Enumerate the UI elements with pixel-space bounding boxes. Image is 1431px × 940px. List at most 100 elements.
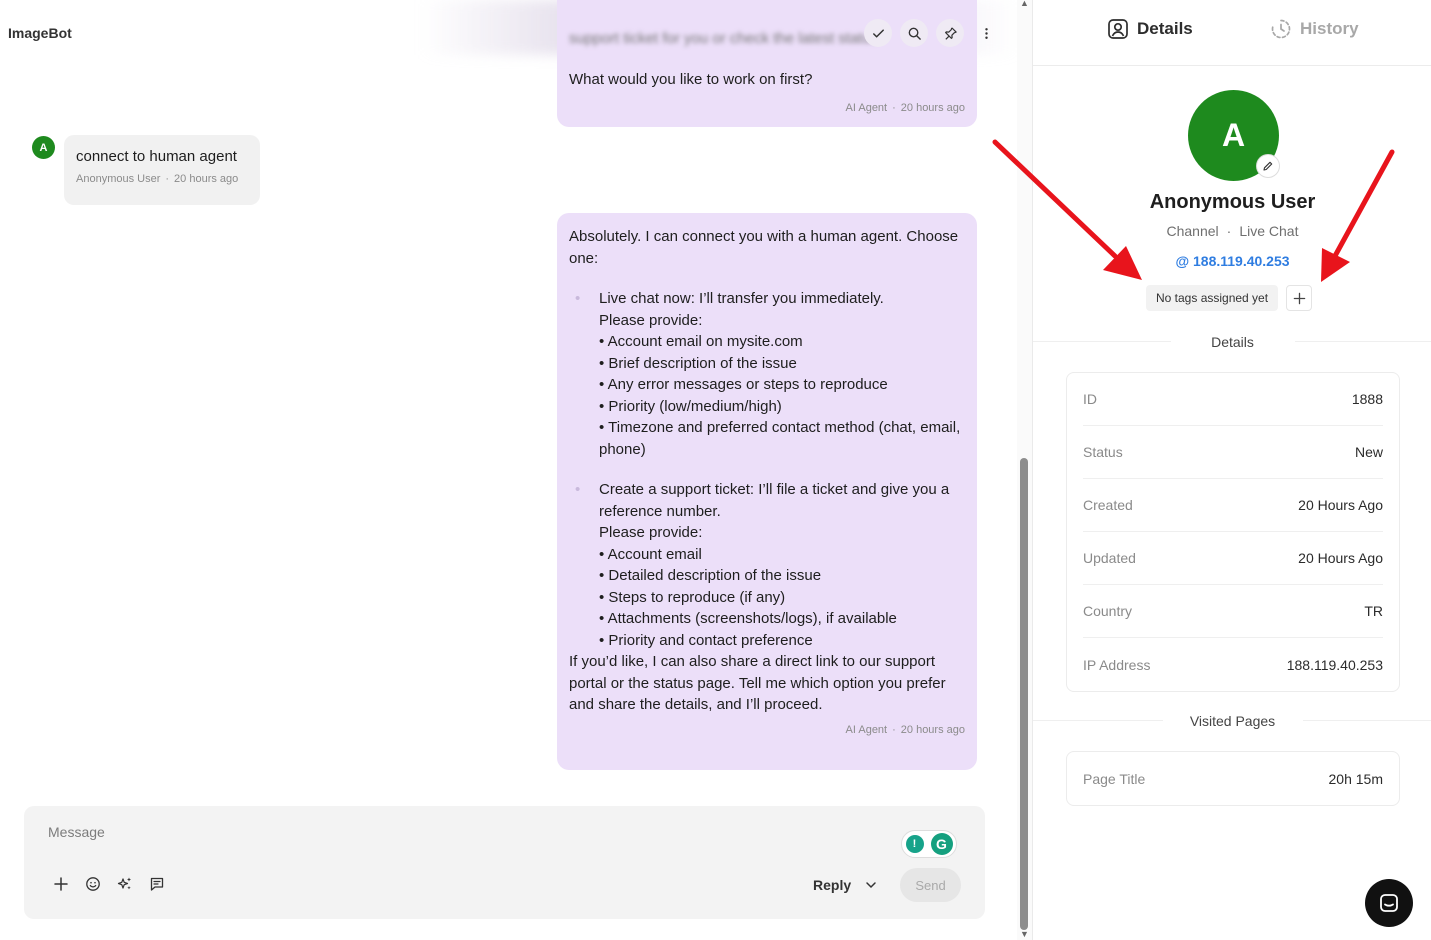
list-item: • Detailed description of the issue xyxy=(599,567,822,584)
message-time: 20 hours ago xyxy=(174,173,239,185)
detail-key: Created xyxy=(1083,497,1133,513)
more-vertical-icon xyxy=(984,27,988,39)
chat-area: ImageBot support ticket for you or check… xyxy=(0,0,1020,940)
option-support-ticket: Create a support ticket: I’ll file a tic… xyxy=(569,479,965,651)
user-avatar: A xyxy=(32,136,55,159)
chat-scrollbar[interactable]: ▲ ▼ xyxy=(1017,0,1032,940)
detail-key: IP Address xyxy=(1083,656,1151,673)
message-author: AI Agent xyxy=(845,723,888,736)
contact-panel: Details History A Anonymous User Channel… xyxy=(1032,0,1431,940)
list-item: • Attachments (screenshots/logs), if ava… xyxy=(599,610,897,627)
tags-row: No tags assigned yet xyxy=(1146,285,1313,311)
contact-ip-link[interactable]: @ 188.119.40.253 xyxy=(1033,253,1431,269)
channel-value: Live Chat xyxy=(1239,223,1299,239)
chat-launcher-button[interactable] xyxy=(1365,879,1413,927)
detail-key: Updated xyxy=(1083,550,1136,566)
tab-label: Details xyxy=(1137,19,1193,38)
search-button[interactable] xyxy=(900,19,928,47)
detail-key: ID xyxy=(1083,391,1097,407)
user-message-row: A connect to human agent Anonymous User ·… xyxy=(32,135,260,205)
message-text: connect to human agent xyxy=(76,148,237,165)
more-options-button[interactable] xyxy=(972,19,1000,47)
detail-value: 20 Hours Ago xyxy=(1298,550,1383,566)
message-square-icon xyxy=(150,877,164,891)
reply-mode-dropdown[interactable]: Reply xyxy=(813,877,877,893)
detail-row-status: Status New xyxy=(1083,426,1383,479)
message-time: 20 hours ago xyxy=(900,102,965,114)
detail-row-country: Country TR xyxy=(1083,585,1383,638)
message-text: What would you like to work on first? xyxy=(569,71,813,88)
message-input[interactable]: Message xyxy=(48,824,105,840)
ai-message-bubble: Absolutely. I can connect you with a hum… xyxy=(557,213,977,770)
add-tag-button[interactable] xyxy=(1286,285,1313,311)
list-item: • Brief description of the issue xyxy=(599,354,797,372)
details-card: ID 1888 Status New Created 20 Hours Ago Upd… xyxy=(1066,372,1400,692)
message-closing: If you’d like, I can also share a direct… xyxy=(569,653,946,713)
detail-row-id: ID 1888 xyxy=(1083,373,1383,426)
list-item: • Priority (low/medium/high) xyxy=(599,397,782,415)
plus-icon xyxy=(54,877,68,891)
edit-avatar-button[interactable] xyxy=(1257,155,1279,177)
channel-label: Channel xyxy=(1166,223,1219,239)
grammarly-widget[interactable]: ! G xyxy=(901,830,957,858)
tab-history[interactable]: History xyxy=(1270,18,1359,40)
list-item: • Timezone and preferred contact method … xyxy=(599,419,961,458)
tab-label: History xyxy=(1300,19,1359,38)
option-title: Live chat now: I’ll transfer you immedia… xyxy=(599,290,884,307)
app-title: ImageBot xyxy=(8,25,72,41)
grammarly-icon: G xyxy=(930,833,953,855)
message-meta: AI Agent · 20 hours ago xyxy=(845,102,965,114)
emoji-button[interactable] xyxy=(84,875,102,893)
detail-value: TR xyxy=(1364,603,1383,619)
option-title: Create a support ticket: I’ll file a tic… xyxy=(599,481,950,520)
detail-value: 20 Hours Ago xyxy=(1298,497,1383,513)
detail-row-created: Created 20 Hours Ago xyxy=(1083,479,1383,532)
list-item: • Any error messages or steps to reprodu… xyxy=(599,376,888,393)
conversation-toolbar xyxy=(864,19,1000,47)
option-live-chat: Live chat now: I’ll transfer you immedia… xyxy=(569,288,965,460)
pin-button[interactable] xyxy=(936,19,964,47)
chat-bubble-icon xyxy=(1380,894,1398,912)
attach-button[interactable] xyxy=(52,875,70,893)
no-tags-badge: No tags assigned yet xyxy=(1146,285,1279,311)
lightbulb-icon: ! xyxy=(905,835,924,853)
scroll-down-arrow-icon[interactable]: ▼ xyxy=(1020,929,1029,939)
detail-key: Country xyxy=(1083,603,1133,619)
visited-page-row: Page Title 20h 15m xyxy=(1083,752,1383,805)
ai-assist-button[interactable] xyxy=(116,875,134,893)
visited-pages-title: Visited Pages xyxy=(1189,713,1276,729)
details-section-title: Details xyxy=(1211,334,1254,350)
message-author: Anonymous User xyxy=(76,173,161,185)
detail-value: 1888 xyxy=(1351,391,1383,407)
pencil-icon xyxy=(1263,161,1273,171)
detail-row-ip: IP Address 188.119.40.253 xyxy=(1083,638,1383,691)
smiley-icon xyxy=(86,877,100,891)
list-item: • Priority and contact preference xyxy=(599,631,813,649)
scroll-up-arrow-icon[interactable]: ▲ xyxy=(1020,0,1029,8)
plus-icon xyxy=(1293,292,1305,304)
scrollbar-thumb[interactable] xyxy=(1020,458,1028,930)
app-root: ImageBot support ticket for you or check… xyxy=(0,0,1431,940)
message-composer[interactable]: Message ! G Reply Send xyxy=(24,806,985,919)
detail-row-updated: Updated 20 Hours Ago xyxy=(1083,532,1383,585)
user-message-bubble: connect to human agent Anonymous User · 20… xyxy=(64,135,260,205)
chevron-down-icon xyxy=(866,882,876,889)
contact-name: Anonymous User xyxy=(1149,191,1316,213)
detail-key: Status xyxy=(1083,444,1123,460)
panel-tabs: Details History xyxy=(1033,0,1431,66)
sparkles-icon xyxy=(117,877,131,890)
canned-response-button[interactable] xyxy=(148,875,166,893)
user-square-icon xyxy=(1108,19,1128,39)
message-author: AI Agent xyxy=(845,102,888,114)
composer-tools xyxy=(52,875,166,893)
message-intro: Absolutely. I can connect you with a hum… xyxy=(569,228,959,267)
contact-channel: Channel · Live Chat xyxy=(1166,223,1299,239)
resolve-check-button[interactable] xyxy=(864,19,892,47)
message-meta: AI Agent · 20 hours ago xyxy=(845,723,965,736)
option-provide: Please provide: xyxy=(599,311,703,329)
search-icon xyxy=(908,27,921,40)
list-item: • Account email on mysite.com xyxy=(599,333,803,350)
send-button[interactable]: Send xyxy=(900,868,961,902)
tab-details[interactable]: Details xyxy=(1107,18,1193,40)
list-item: • Account email xyxy=(599,545,702,563)
